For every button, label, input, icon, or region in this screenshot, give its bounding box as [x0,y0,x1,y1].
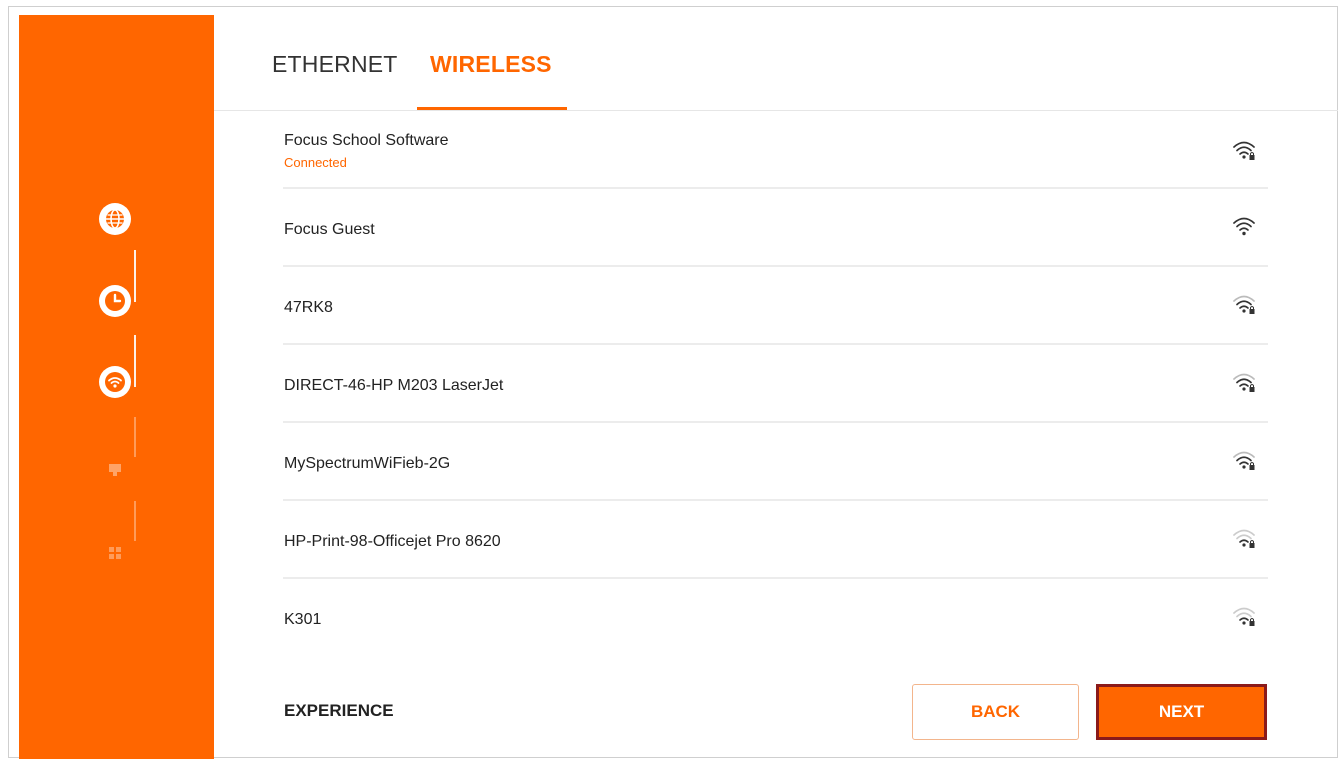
wifi-network-row[interactable]: DIRECT-46-HP M203 LaserJet [283,345,1268,423]
network-name: HP-Print-98-Officejet Pro 8620 [284,533,501,550]
clock-icon [105,291,125,311]
connection-status: Connected [284,155,347,170]
network-name: Focus School Software [284,132,449,149]
network-name: DIRECT-46-HP M203 LaserJet [284,377,504,394]
network-name: Focus Guest [284,221,375,238]
wifi-strong-icon [1233,217,1255,236]
network-name: 47RK8 [284,299,333,316]
wifi-network-row[interactable]: Focus Guest [283,189,1268,267]
wifi-secured-weak-icon [1233,607,1255,626]
wifi-secured-strong-icon [1233,141,1255,160]
wifi-network-list: Focus School Software Connected Focus Gu… [283,111,1268,655]
step-apps [99,537,131,569]
step-monitor [99,454,131,486]
wifi-network-row[interactable]: MySpectrumWiFieb-2G [283,423,1268,501]
step-connector [134,417,136,457]
monitor-icon [109,464,121,476]
wifi-network-row[interactable]: K301 [283,579,1268,655]
step-globe [99,203,131,235]
step-connector [134,335,136,387]
wifi-secured-medium-icon [1233,373,1255,392]
setup-sidebar [19,15,214,759]
tab-ethernet[interactable]: ETHERNET [272,51,398,78]
next-button[interactable]: NEXT [1096,684,1267,740]
network-name: K301 [284,611,322,628]
step-connector [134,250,136,302]
back-button[interactable]: BACK [912,684,1079,740]
step-clock [99,285,131,317]
tab-wireless[interactable]: WIRELESS [430,51,552,78]
step-wifi-current [99,366,131,398]
wifi-network-row[interactable]: 47RK8 [283,267,1268,345]
apps-icon [109,547,121,559]
network-name: MySpectrumWiFieb-2G [284,455,451,472]
experience-label: EXPERIENCE [284,701,394,720]
wifi-network-row[interactable]: HP-Print-98-Officejet Pro 8620 [283,501,1268,579]
wifi-network-row[interactable]: Focus School Software Connected [283,111,1268,189]
wifi-icon [105,372,125,392]
wifi-secured-weak-icon [1233,529,1255,548]
active-tab-indicator [417,107,567,110]
wifi-secured-medium-icon [1233,295,1255,314]
connection-tabs: ETHERNET WIRELESS [214,15,1338,111]
wifi-secured-medium-icon [1233,451,1255,470]
globe-icon [106,209,124,229]
step-connector [134,501,136,541]
